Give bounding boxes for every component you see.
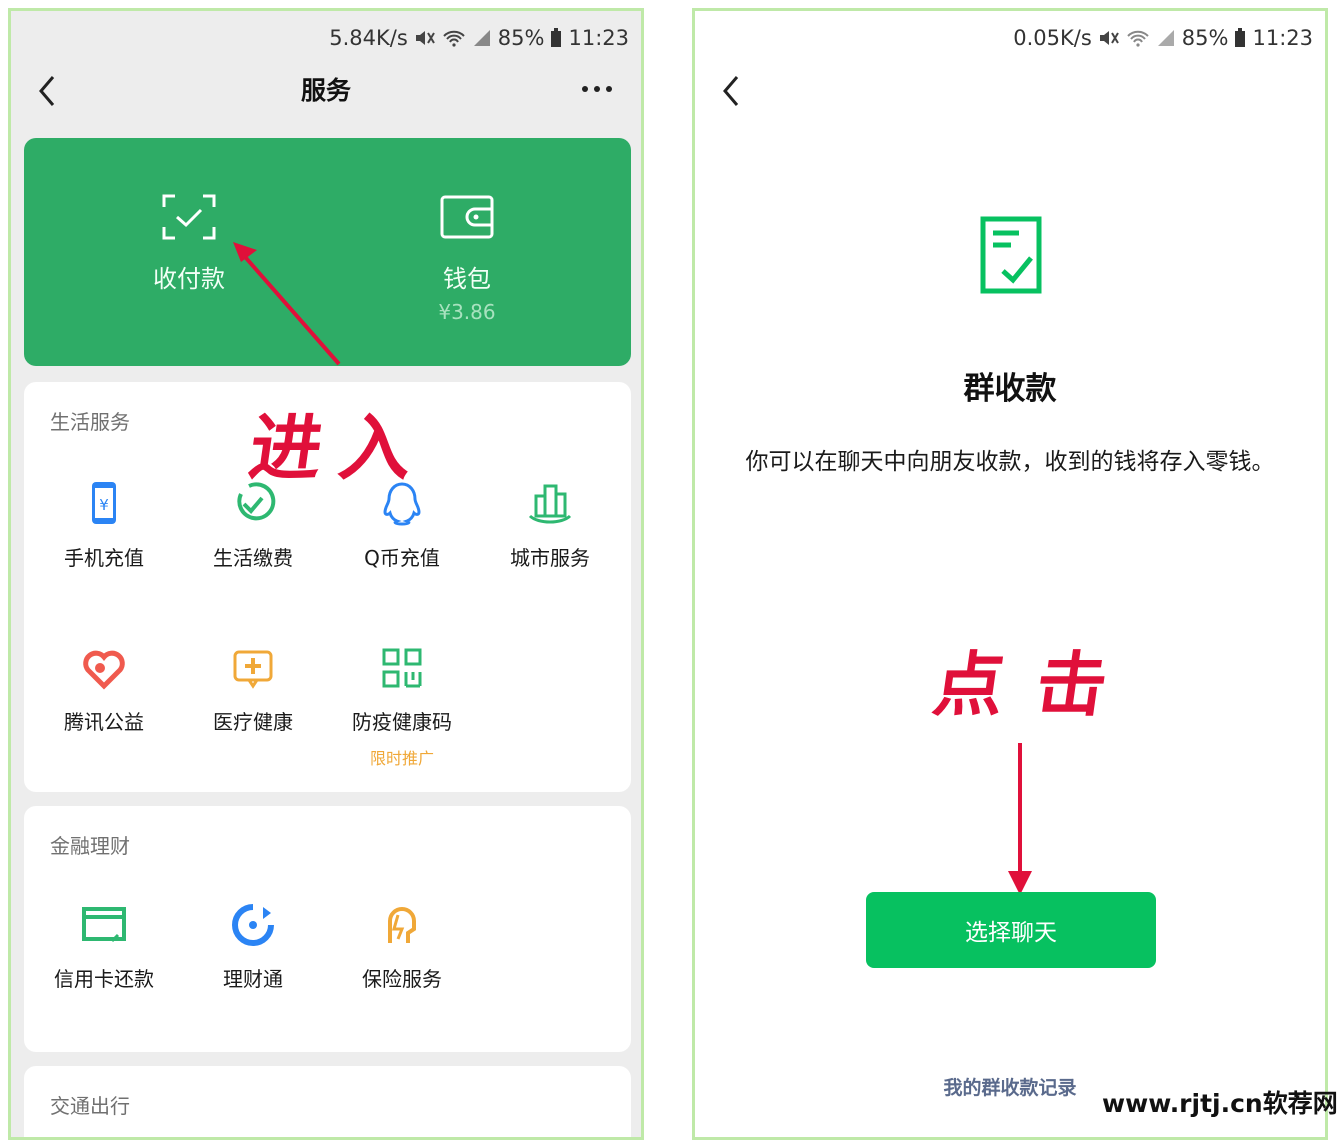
- clock: 11:23: [1252, 26, 1313, 50]
- tile-insurance[interactable]: 保险服务: [328, 901, 476, 992]
- battery-percent: 85%: [1181, 26, 1229, 50]
- clock: 11:23: [568, 26, 629, 50]
- signal-icon: [1157, 30, 1174, 46]
- tile-label: 医疗健康: [213, 710, 293, 734]
- tile-city-service[interactable]: 城市服务: [476, 480, 624, 571]
- credit-card-icon: [82, 907, 126, 943]
- battery-percent: 85%: [497, 26, 545, 50]
- city-service-icon: [528, 484, 572, 524]
- tile-label: 防疫健康码: [352, 710, 452, 734]
- section-title: 生活服务: [50, 410, 130, 434]
- medical-icon: [233, 650, 273, 689]
- tile-label: 城市服务: [510, 546, 590, 570]
- phone-topup-icon: ¥: [92, 482, 116, 524]
- tile-wealth[interactable]: 理财通: [179, 901, 327, 992]
- scan-check-icon: [162, 194, 216, 240]
- back-icon[interactable]: [717, 71, 747, 111]
- wallet-button[interactable]: 钱包 ¥3.86: [367, 193, 567, 324]
- tile-label: 生活缴费: [213, 546, 293, 570]
- battery-icon: [1235, 28, 1246, 47]
- wallet-balance: ¥3.86: [438, 300, 496, 324]
- wealth-icon: [232, 904, 274, 946]
- status-bar: 5.84K/s 85% 11:23: [329, 23, 629, 53]
- wallet-icon: [440, 195, 494, 239]
- tile-health-code[interactable]: 防疫健康码 限时推广: [328, 644, 476, 769]
- tile-label: 理财通: [223, 967, 283, 991]
- tile-label: Q币充值: [364, 546, 440, 570]
- annotation-click: 点 击: [928, 643, 1117, 726]
- select-chat-button[interactable]: 选择聊天: [866, 892, 1156, 968]
- charity-heart-icon: [83, 650, 125, 690]
- section-title: 交通出行: [50, 1094, 130, 1118]
- wifi-icon: [443, 30, 465, 47]
- document-check-icon: [980, 216, 1042, 294]
- tile-charity[interactable]: 腾讯公益: [30, 644, 178, 735]
- svg-text:¥: ¥: [99, 496, 109, 514]
- signal-icon: [473, 30, 490, 46]
- annotation-enter: 进入: [244, 405, 437, 490]
- tile-label: 手机充值: [64, 546, 144, 570]
- promo-tag: 限时推广: [369, 749, 434, 768]
- page-title: 服务: [300, 76, 351, 105]
- network-speed: 0.05K/s: [1013, 26, 1092, 50]
- status-bar: 0.05K/s 85% 11:23: [1013, 23, 1313, 53]
- more-icon[interactable]: [579, 79, 615, 99]
- tile-label: 保险服务: [362, 967, 442, 991]
- finance-card: 金融理财 信用卡还款 理财通 保险服务: [24, 806, 631, 1052]
- transport-card: 交通出行: [24, 1066, 631, 1137]
- description: 你可以在聊天中向朋友收款，收到的钱将存入零钱。: [745, 449, 1275, 475]
- section-title: 金融理财: [50, 834, 130, 858]
- tile-medical[interactable]: 医疗健康: [179, 644, 327, 735]
- battery-icon: [551, 28, 562, 47]
- group-collect-screen: 0.05K/s 85% 11:23 群收款 你可以在聊天中向朋友收款，收到的钱将…: [692, 8, 1328, 1140]
- tile-label: 信用卡还款: [54, 967, 154, 991]
- wifi-icon: [1127, 30, 1149, 47]
- health-code-icon: [382, 648, 422, 688]
- tile-phone-topup[interactable]: ¥ 手机充值: [30, 480, 178, 571]
- wallet-label: 钱包: [443, 265, 491, 293]
- watermark: www.rjtj.cn软荐网: [1102, 1089, 1338, 1118]
- tile-credit-card[interactable]: 信用卡还款: [30, 901, 178, 992]
- network-speed: 5.84K/s: [329, 26, 408, 50]
- page-title: 群收款: [963, 371, 1057, 407]
- annotation-arrow-down: [1008, 743, 1032, 895]
- services-screen: 5.84K/s 85% 11:23 服务 收付款 钱包 ¥3.86 生活服务 ¥…: [8, 8, 644, 1140]
- mute-icon: [415, 31, 435, 45]
- annotation-arrow-up: [233, 242, 341, 366]
- tile-label: 腾讯公益: [64, 710, 144, 734]
- insurance-icon: [388, 907, 416, 943]
- mute-icon: [1099, 31, 1119, 45]
